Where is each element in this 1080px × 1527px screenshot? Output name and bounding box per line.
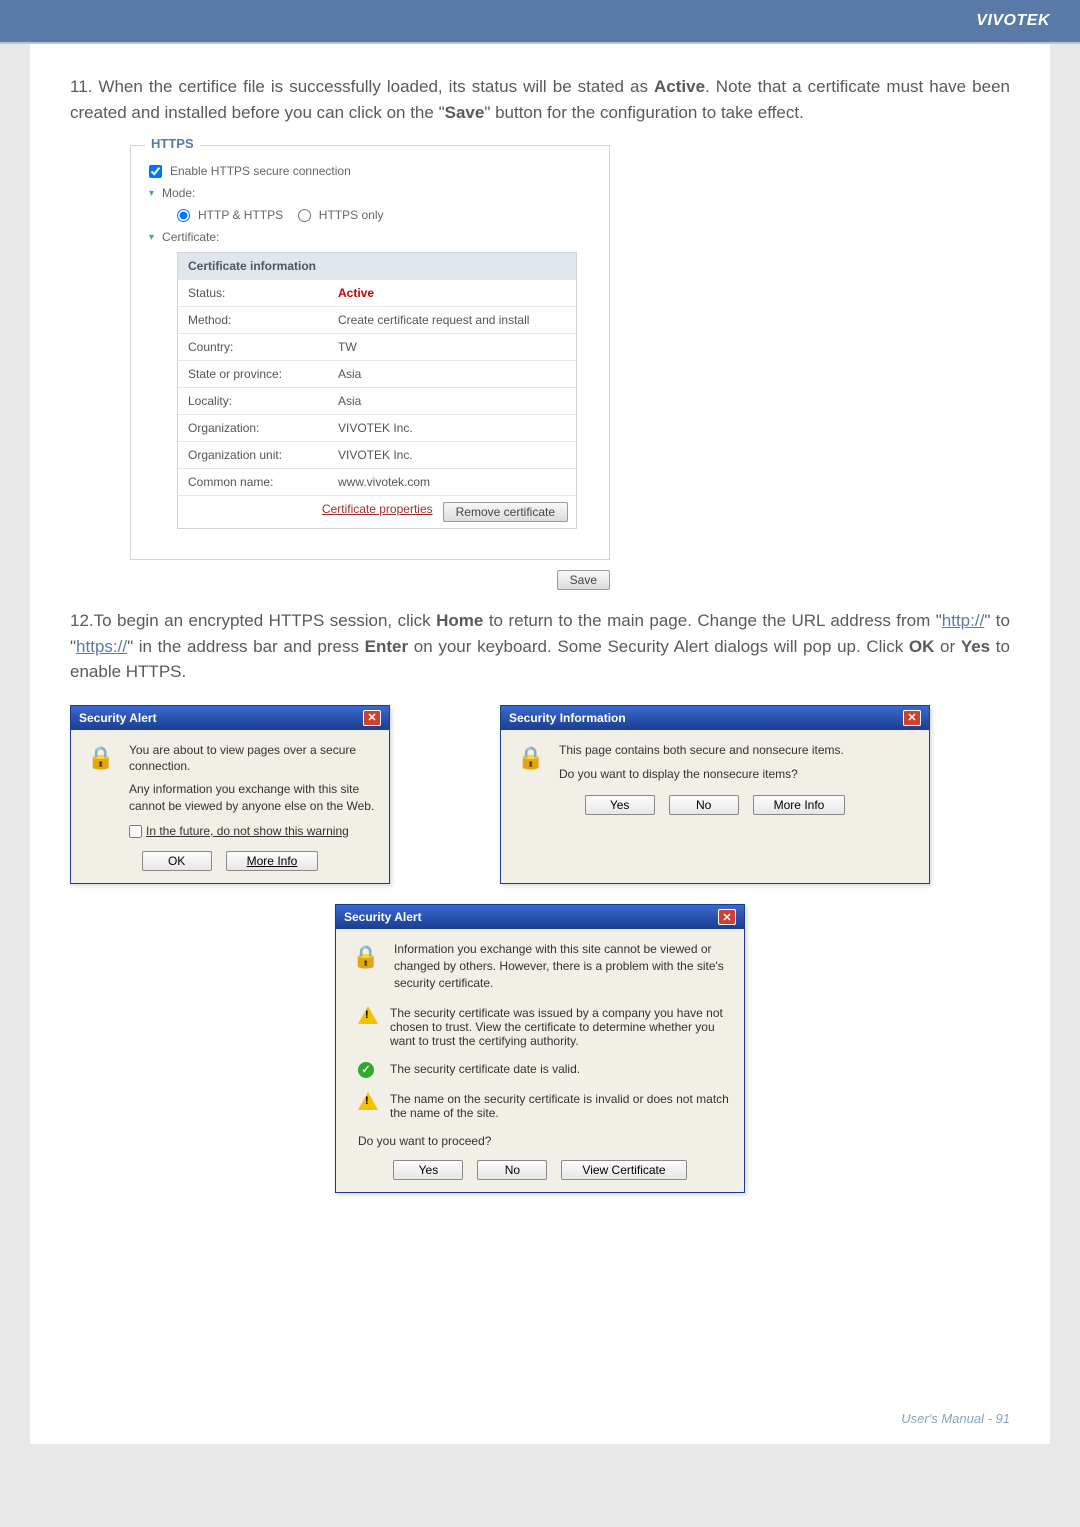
chevron-down-icon[interactable]: ▾ xyxy=(149,188,154,199)
https-legend: HTTPS xyxy=(145,136,200,151)
https-link[interactable]: https:// xyxy=(76,637,127,656)
yes-button[interactable]: Yes xyxy=(393,1160,463,1180)
lock-icon xyxy=(515,742,547,774)
warning-icon xyxy=(358,1092,378,1113)
cert-val: Asia xyxy=(328,388,576,414)
http-link[interactable]: http:// xyxy=(942,611,985,630)
cert-val: www.vivotek.com xyxy=(328,469,576,495)
certificate-table: Certificate information Status: Active M… xyxy=(177,252,577,529)
cert-row: Common name: www.vivotek.com xyxy=(178,468,576,495)
security-alert-dialog-2: Security Alert ✕ Information you exchang… xyxy=(335,904,745,1192)
cert-row: State or province: Asia xyxy=(178,360,576,387)
view-certificate-button[interactable]: View Certificate xyxy=(561,1160,686,1180)
chevron-down-icon[interactable]: ▾ xyxy=(149,232,154,243)
cert-row: Status: Active xyxy=(178,279,576,306)
mode-https-only-label: HTTPS only xyxy=(319,208,384,222)
check-icon: ✓ xyxy=(358,1062,378,1078)
more-info-button[interactable]: More Info xyxy=(226,851,319,871)
cert-check-item: ✓ The security certificate date is valid… xyxy=(358,1062,730,1078)
certificate-label: Certificate: xyxy=(162,230,219,244)
cert-row: Country: TW xyxy=(178,333,576,360)
dialog-text: This page contains both secure and nonse… xyxy=(559,742,915,784)
enable-https-label: Enable HTTPS secure connection xyxy=(170,164,351,178)
cert-check-item: The name on the security certificate is … xyxy=(358,1092,730,1120)
warning-icon xyxy=(358,1006,378,1027)
mode-http-https-label: HTTP & HTTPS xyxy=(198,208,283,222)
header-bar: VIVOTEK xyxy=(0,0,1080,42)
cert-key: Method: xyxy=(178,307,328,333)
mode-row: ▾ Mode: xyxy=(149,186,591,200)
cert-key: Organization unit: xyxy=(178,442,328,468)
close-icon[interactable]: ✕ xyxy=(718,909,736,925)
dialog-title: Security Information ✕ xyxy=(501,706,929,730)
dialog-buttons: OK More Info xyxy=(85,851,375,871)
certificate-row: ▾ Certificate: xyxy=(149,230,591,244)
dialog-text: You are about to view pages over a secur… xyxy=(129,742,375,840)
yes-button[interactable]: Yes xyxy=(585,795,655,815)
cert-val-status: Active xyxy=(328,280,576,306)
dont-show-row[interactable]: In the future, do not show this warning xyxy=(129,823,375,840)
cert-check-item: The security certificate was issued by a… xyxy=(358,1006,730,1048)
close-icon[interactable]: ✕ xyxy=(903,710,921,726)
page-footer: User's Manual - 91 xyxy=(901,1411,1010,1426)
cert-val: Asia xyxy=(328,361,576,387)
page-content: 11. When the certifice file is successfu… xyxy=(30,44,1050,1444)
dialog-intro: Information you exchange with this site … xyxy=(394,941,730,991)
dialog-title: Security Alert ✕ xyxy=(71,706,389,730)
dialog-buttons: Yes No View Certificate xyxy=(350,1160,730,1180)
proceed-question: Do you want to proceed? xyxy=(358,1134,730,1148)
cert-val: Create certificate request and install xyxy=(328,307,576,333)
mode-options: HTTP & HTTPS HTTPS only xyxy=(177,208,591,222)
certificate-properties-link[interactable]: Certificate properties xyxy=(322,502,433,522)
dont-show-label: In the future, do not show this warning xyxy=(146,823,349,840)
cert-key: Common name: xyxy=(178,469,328,495)
cert-row: Organization: VIVOTEK Inc. xyxy=(178,414,576,441)
dialog-title: Security Alert ✕ xyxy=(336,905,744,929)
brand-label: VIVOTEK xyxy=(976,12,1050,30)
no-button[interactable]: No xyxy=(477,1160,547,1180)
enable-https-checkbox[interactable] xyxy=(149,165,162,178)
save-row: Save xyxy=(70,570,610,590)
no-button[interactable]: No xyxy=(669,795,739,815)
cert-key: State or province: xyxy=(178,361,328,387)
cert-row: Locality: Asia xyxy=(178,387,576,414)
cert-key: Country: xyxy=(178,334,328,360)
security-alert-dialog-1: Security Alert ✕ You are about to view p… xyxy=(70,705,390,885)
mode-http-https-radio[interactable] xyxy=(177,209,190,222)
save-button[interactable]: Save xyxy=(557,570,610,590)
cert-row: Method: Create certificate request and i… xyxy=(178,306,576,333)
more-info-button[interactable]: More Info xyxy=(753,795,846,815)
https-panel: HTTPS Enable HTTPS secure connection ▾ M… xyxy=(130,145,610,560)
mode-label: Mode: xyxy=(162,186,195,200)
cert-table-header: Certificate information xyxy=(178,253,576,279)
dialog-buttons: Yes No More Info xyxy=(515,795,915,815)
cert-key: Locality: xyxy=(178,388,328,414)
step-12-text: 12.To begin an encrypted HTTPS session, … xyxy=(70,608,1010,685)
lock-icon xyxy=(350,941,382,973)
dialog-row-1: Security Alert ✕ You are about to view p… xyxy=(70,705,1010,885)
mode-https-only-radio[interactable] xyxy=(298,209,311,222)
cert-check-list: The security certificate was issued by a… xyxy=(358,1006,730,1120)
ok-button[interactable]: OK xyxy=(142,851,212,871)
remove-certificate-button[interactable]: Remove certificate xyxy=(443,502,568,522)
cert-actions: Certificate properties Remove certificat… xyxy=(178,495,576,528)
security-information-dialog: Security Information ✕ This page contain… xyxy=(500,705,930,885)
cert-val: VIVOTEK Inc. xyxy=(328,442,576,468)
cert-val: TW xyxy=(328,334,576,360)
enable-https-row[interactable]: Enable HTTPS secure connection xyxy=(149,164,591,178)
close-icon[interactable]: ✕ xyxy=(363,710,381,726)
dont-show-checkbox[interactable] xyxy=(129,825,142,838)
cert-row: Organization unit: VIVOTEK Inc. xyxy=(178,441,576,468)
cert-val: VIVOTEK Inc. xyxy=(328,415,576,441)
step-11-text: 11. When the certifice file is successfu… xyxy=(70,74,1010,125)
cert-key: Organization: xyxy=(178,415,328,441)
lock-icon xyxy=(85,742,117,774)
cert-key: Status: xyxy=(178,280,328,306)
